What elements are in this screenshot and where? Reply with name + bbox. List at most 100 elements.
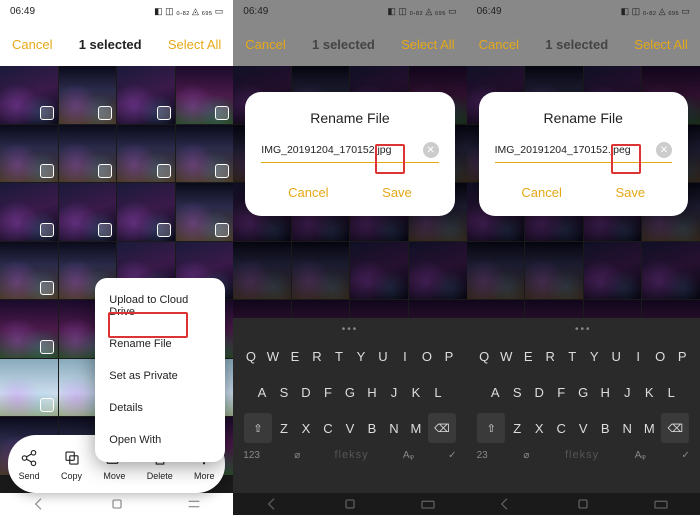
kb-numeric-button[interactable]: 123 — [243, 450, 260, 461]
cancel-button[interactable]: Cancel — [479, 37, 519, 52]
kb-key-x[interactable]: X — [529, 413, 549, 443]
kb-key-x[interactable]: X — [296, 413, 316, 443]
clear-input-icon[interactable]: ✕ — [423, 142, 439, 158]
kb-key-u[interactable]: U — [606, 341, 626, 371]
nav-keyboard-icon[interactable] — [653, 496, 669, 512]
photo-thumb[interactable] — [0, 359, 58, 417]
menu-set-private[interactable]: Set as Private — [95, 360, 225, 392]
nav-back-icon[interactable] — [31, 496, 47, 512]
kb-key-p[interactable]: P — [439, 341, 459, 371]
thumb-checkbox[interactable] — [40, 340, 54, 354]
kb-key-u[interactable]: U — [373, 341, 393, 371]
kb-key-d[interactable]: D — [296, 377, 316, 407]
kb-key-k[interactable]: K — [639, 377, 659, 407]
thumb-checkbox[interactable] — [215, 223, 229, 237]
kb-key-w[interactable]: W — [263, 341, 283, 371]
kb-key-r[interactable]: R — [540, 341, 560, 371]
kb-key-b[interactable]: B — [595, 413, 615, 443]
clear-input-icon[interactable]: ✕ — [656, 142, 672, 158]
send-button[interactable]: Send — [19, 448, 40, 481]
kb-key-q[interactable]: Q — [241, 341, 261, 371]
kb-globe-icon[interactable]: ⌀ — [523, 450, 529, 461]
kb-key-z[interactable]: Z — [507, 413, 527, 443]
nav-home-icon[interactable] — [342, 496, 358, 512]
kb-lang-icon[interactable]: Aᵩ — [403, 450, 414, 461]
photo-thumb[interactable] — [176, 125, 234, 183]
kb-key-c[interactable]: C — [318, 413, 338, 443]
kb-key-k[interactable]: K — [406, 377, 426, 407]
filename-input[interactable] — [261, 144, 422, 156]
photo-thumb[interactable] — [59, 66, 117, 124]
kb-key-y[interactable]: Y — [584, 341, 604, 371]
kb-key-n[interactable]: N — [384, 413, 404, 443]
copy-button[interactable]: Copy — [61, 448, 82, 481]
thumb-checkbox[interactable] — [40, 223, 54, 237]
photo-thumb[interactable] — [176, 66, 234, 124]
kb-key-t[interactable]: T — [562, 341, 582, 371]
menu-upload-cloud[interactable]: Upload to Cloud Drive — [95, 284, 225, 328]
kb-key-j[interactable]: J — [384, 377, 404, 407]
photo-thumb[interactable] — [0, 242, 58, 300]
dialog-cancel-button[interactable]: Cancel — [509, 181, 573, 204]
menu-open-with[interactable]: Open With — [95, 424, 225, 456]
thumb-checkbox[interactable] — [98, 106, 112, 120]
photo-thumb[interactable] — [0, 300, 58, 358]
filename-input[interactable] — [495, 144, 656, 156]
kb-key-i[interactable]: I — [395, 341, 415, 371]
thumb-checkbox[interactable] — [157, 106, 171, 120]
kb-key-h[interactable]: H — [362, 377, 382, 407]
photo-thumb[interactable] — [0, 183, 58, 241]
photo-thumb[interactable] — [0, 66, 58, 124]
photo-thumb[interactable] — [0, 125, 58, 183]
kb-key-g[interactable]: G — [340, 377, 360, 407]
select-all-button[interactable]: Select All — [168, 37, 221, 52]
kb-key-p[interactable]: P — [672, 341, 692, 371]
dialog-save-button[interactable]: Save — [603, 181, 657, 204]
dialog-cancel-button[interactable]: Cancel — [276, 181, 340, 204]
kb-shift-key[interactable]: ⇧ — [477, 413, 505, 443]
nav-back-icon[interactable] — [497, 496, 513, 512]
nav-recents-icon[interactable] — [186, 496, 202, 512]
thumb-checkbox[interactable] — [40, 164, 54, 178]
kb-enter-icon[interactable]: ✓ — [681, 450, 689, 461]
kb-key-o[interactable]: O — [417, 341, 437, 371]
thumb-checkbox[interactable] — [98, 164, 112, 178]
kb-key-g[interactable]: G — [573, 377, 593, 407]
kb-key-y[interactable]: Y — [351, 341, 371, 371]
kb-key-h[interactable]: H — [595, 377, 615, 407]
kb-key-e[interactable]: E — [518, 341, 538, 371]
kb-shift-key[interactable]: ⇧ — [244, 413, 272, 443]
kb-key-e[interactable]: E — [285, 341, 305, 371]
kb-key-d[interactable]: D — [529, 377, 549, 407]
kb-key-r[interactable]: R — [307, 341, 327, 371]
nav-home-icon[interactable] — [575, 496, 591, 512]
kb-key-m[interactable]: M — [406, 413, 426, 443]
select-all-button[interactable]: Select All — [401, 37, 454, 52]
kb-key-v[interactable]: V — [573, 413, 593, 443]
kb-key-a[interactable]: A — [485, 377, 505, 407]
kb-numeric-button[interactable]: 23 — [477, 450, 488, 461]
kb-backspace-key[interactable]: ⌫ — [661, 413, 689, 443]
kb-key-n[interactable]: N — [617, 413, 637, 443]
kb-key-l[interactable]: L — [428, 377, 448, 407]
thumb-checkbox[interactable] — [157, 164, 171, 178]
photo-thumb[interactable] — [117, 183, 175, 241]
thumb-checkbox[interactable] — [40, 281, 54, 295]
dialog-save-button[interactable]: Save — [370, 181, 424, 204]
thumb-checkbox[interactable] — [40, 106, 54, 120]
photo-thumb[interactable] — [59, 183, 117, 241]
thumb-checkbox[interactable] — [157, 223, 171, 237]
kb-key-c[interactable]: C — [551, 413, 571, 443]
kb-key-o[interactable]: O — [650, 341, 670, 371]
thumb-checkbox[interactable] — [40, 398, 54, 412]
kb-lang-icon[interactable]: Aᵩ — [635, 450, 646, 461]
cancel-button[interactable]: Cancel — [245, 37, 285, 52]
kb-key-i[interactable]: I — [628, 341, 648, 371]
menu-rename-file[interactable]: Rename File — [95, 328, 225, 360]
kb-key-z[interactable]: Z — [274, 413, 294, 443]
kb-key-l[interactable]: L — [661, 377, 681, 407]
kb-key-j[interactable]: J — [617, 377, 637, 407]
thumb-checkbox[interactable] — [215, 106, 229, 120]
nav-back-icon[interactable] — [264, 496, 280, 512]
kb-key-s[interactable]: S — [274, 377, 294, 407]
